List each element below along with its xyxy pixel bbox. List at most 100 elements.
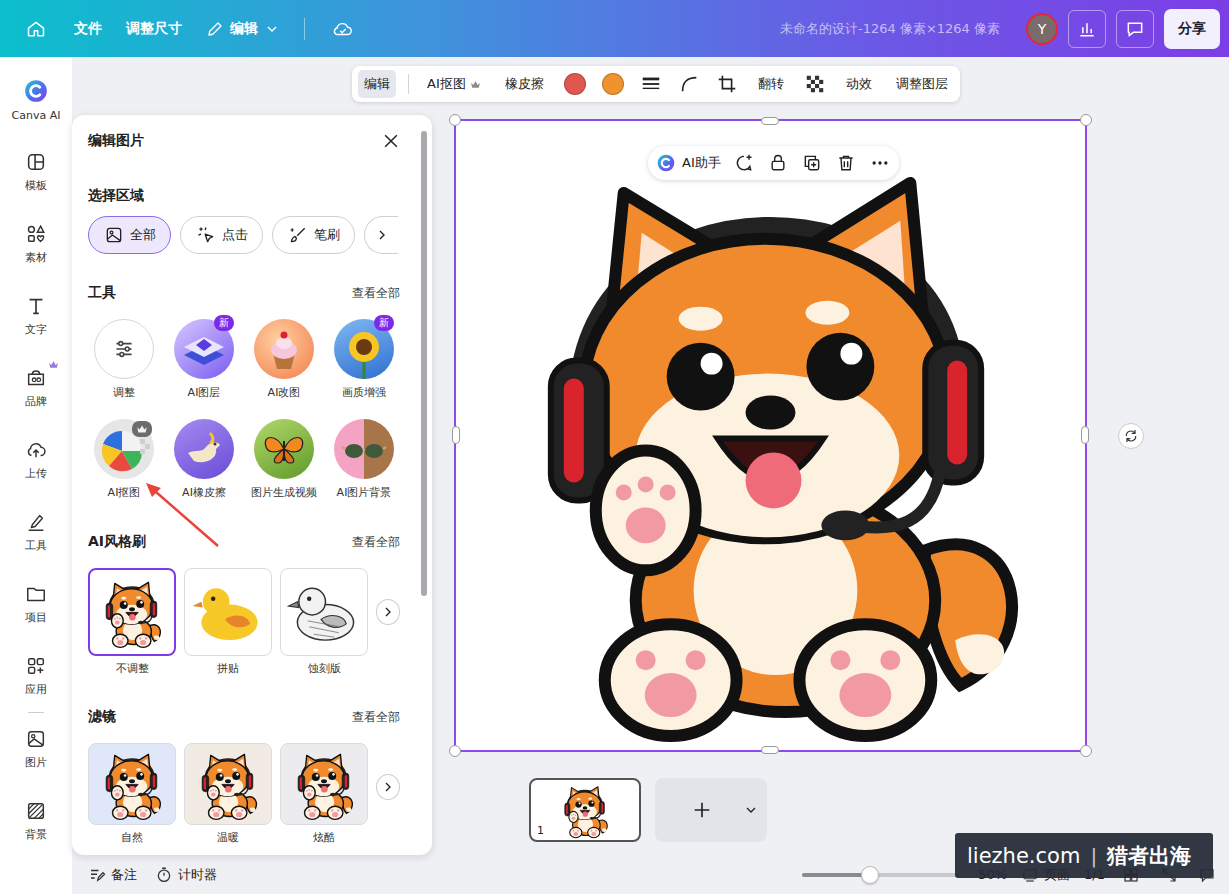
sliders-icon [111, 336, 137, 362]
save-status-button[interactable] [329, 15, 357, 43]
tool-item[interactable]: 新AI图层 [164, 319, 244, 401]
premium-badge [132, 421, 152, 437]
resize-handle[interactable] [1080, 745, 1092, 757]
selection-chip[interactable]: 全部 [88, 216, 171, 254]
shiba-illustration[interactable] [456, 121, 1085, 750]
user-avatar[interactable]: Y [1026, 13, 1058, 45]
selection-chip[interactable]: 笔刷 [272, 216, 355, 254]
rail-item[interactable]: 项目 [0, 568, 72, 640]
section-title: 工具查看全部 [88, 283, 400, 303]
page-thumbnail[interactable]: 1 [529, 778, 641, 842]
close-button[interactable] [378, 128, 404, 154]
templates-icon [25, 151, 47, 173]
toolbar-icon-button[interactable] [676, 71, 702, 97]
resize-handle[interactable] [452, 426, 460, 444]
rail-item[interactable]: 素材 [0, 208, 72, 280]
tool-item[interactable]: AI改图 [244, 319, 324, 401]
rail-item[interactable]: 品牌 [0, 352, 72, 424]
color-swatch[interactable] [600, 71, 626, 97]
next-button[interactable] [376, 774, 400, 800]
comments-button[interactable] [1116, 10, 1154, 48]
rail-item[interactable]: 模板 [0, 136, 72, 208]
design-page[interactable] [456, 121, 1085, 750]
notes-button[interactable]: 备注 [88, 866, 137, 884]
chevron-down-icon [743, 802, 759, 818]
document-title[interactable]: 未命名的设计-1264 像素×1264 像素 [780, 20, 1000, 38]
toolbar-icon-button[interactable] [802, 71, 828, 97]
new-badge: 新 [374, 315, 394, 331]
toolbar-button[interactable]: 调整图层 [890, 70, 954, 98]
tools-icon [25, 511, 47, 533]
rail-item[interactable]: 文字 [0, 280, 72, 352]
rail-item[interactable]: 图片 [0, 713, 72, 785]
toolbar-button[interactable]: AI抠图 [421, 70, 487, 98]
resize-handle[interactable] [1080, 114, 1092, 126]
next-button[interactable] [376, 599, 400, 625]
more-button[interactable] [869, 152, 891, 174]
add-comment-button[interactable] [733, 152, 755, 174]
more-options-button[interactable] [364, 216, 398, 254]
toolbar-icon-button[interactable] [714, 71, 740, 97]
border-style-icon [640, 73, 662, 95]
toolbar-button[interactable]: 橡皮擦 [499, 70, 550, 98]
menu-button[interactable]: 编辑 [206, 20, 280, 38]
red-arrow-annotation [0, 0, 1229, 894]
trash-icon [836, 153, 856, 173]
filter-item[interactable]: 温暖 [184, 743, 272, 845]
comment-plus-icon [734, 153, 754, 173]
view-all-link[interactable]: 查看全部 [352, 709, 400, 726]
pencil-icon [206, 20, 224, 38]
delete-button[interactable] [835, 152, 857, 174]
tool-item[interactable]: AI橡皮擦 [164, 419, 244, 501]
resize-handle[interactable] [1081, 426, 1089, 444]
tool-item[interactable]: 新画质增强 [324, 319, 404, 401]
zoom-slider[interactable] [802, 873, 960, 877]
section-title: 滤镜查看全部 [88, 707, 400, 727]
tool-item[interactable]: AI抠图 [84, 419, 164, 501]
add-page-button[interactable] [655, 778, 767, 842]
resize-handle[interactable] [449, 745, 461, 757]
rail-item[interactable]: 应用 [0, 640, 72, 712]
view-all-link[interactable]: 查看全部 [352, 534, 400, 551]
menu-button[interactable]: 调整尺寸 [126, 20, 182, 38]
edit-mode-button[interactable]: 编辑 [358, 70, 396, 98]
toolbar-icon-button[interactable] [638, 71, 664, 97]
tool-item[interactable]: 图片生成视频 [244, 419, 324, 501]
tool-item[interactable]: AI图片背景 [324, 419, 404, 501]
lock-button[interactable] [767, 152, 789, 174]
color-swatch[interactable] [562, 71, 588, 97]
home-button[interactable] [22, 15, 50, 43]
rail-item[interactable]: 上传 [0, 424, 72, 496]
panel-title: 编辑图片 [88, 132, 144, 150]
style-brush-item[interactable]: 蚀刻版 [280, 568, 368, 676]
insights-button[interactable] [1068, 10, 1106, 48]
scrollbar[interactable] [420, 125, 428, 845]
selection-chip[interactable]: 点击 [180, 216, 263, 254]
menu-button[interactable]: 文件 [74, 20, 102, 38]
rail-item[interactable]: 背景 [0, 785, 72, 857]
timer-button[interactable]: 计时器 [155, 866, 217, 884]
share-button[interactable]: 分享 [1164, 9, 1220, 49]
upload-icon [25, 439, 47, 461]
resize-handle[interactable] [449, 114, 461, 126]
toolbar-button[interactable]: 动效 [840, 70, 878, 98]
style-brush-item[interactable]: 拼贴 [184, 568, 272, 676]
rail-item[interactable]: 工具 [0, 496, 72, 568]
shiba-thumbnail [95, 575, 169, 649]
style-brush-item[interactable]: 不调整 [88, 568, 176, 676]
rail-item[interactable]: Canva AI [0, 64, 72, 136]
duplicate-button[interactable] [801, 152, 823, 174]
crop-icon [716, 73, 738, 95]
resize-handle[interactable] [761, 746, 779, 754]
canva-ai-logo-icon [656, 153, 676, 173]
tool-item[interactable]: 调整 [84, 319, 164, 401]
filter-item[interactable]: 炫酷 [280, 743, 368, 845]
toolbar-button[interactable]: 翻转 [752, 70, 790, 98]
elements-icon [25, 223, 47, 245]
rotate-button[interactable] [1118, 423, 1144, 449]
filter-item[interactable]: 自然 [88, 743, 176, 845]
new-badge: 新 [214, 315, 234, 331]
ai-assistant-button[interactable]: AI助手 [656, 153, 721, 173]
view-all-link[interactable]: 查看全部 [352, 285, 400, 302]
resize-handle[interactable] [761, 117, 779, 125]
